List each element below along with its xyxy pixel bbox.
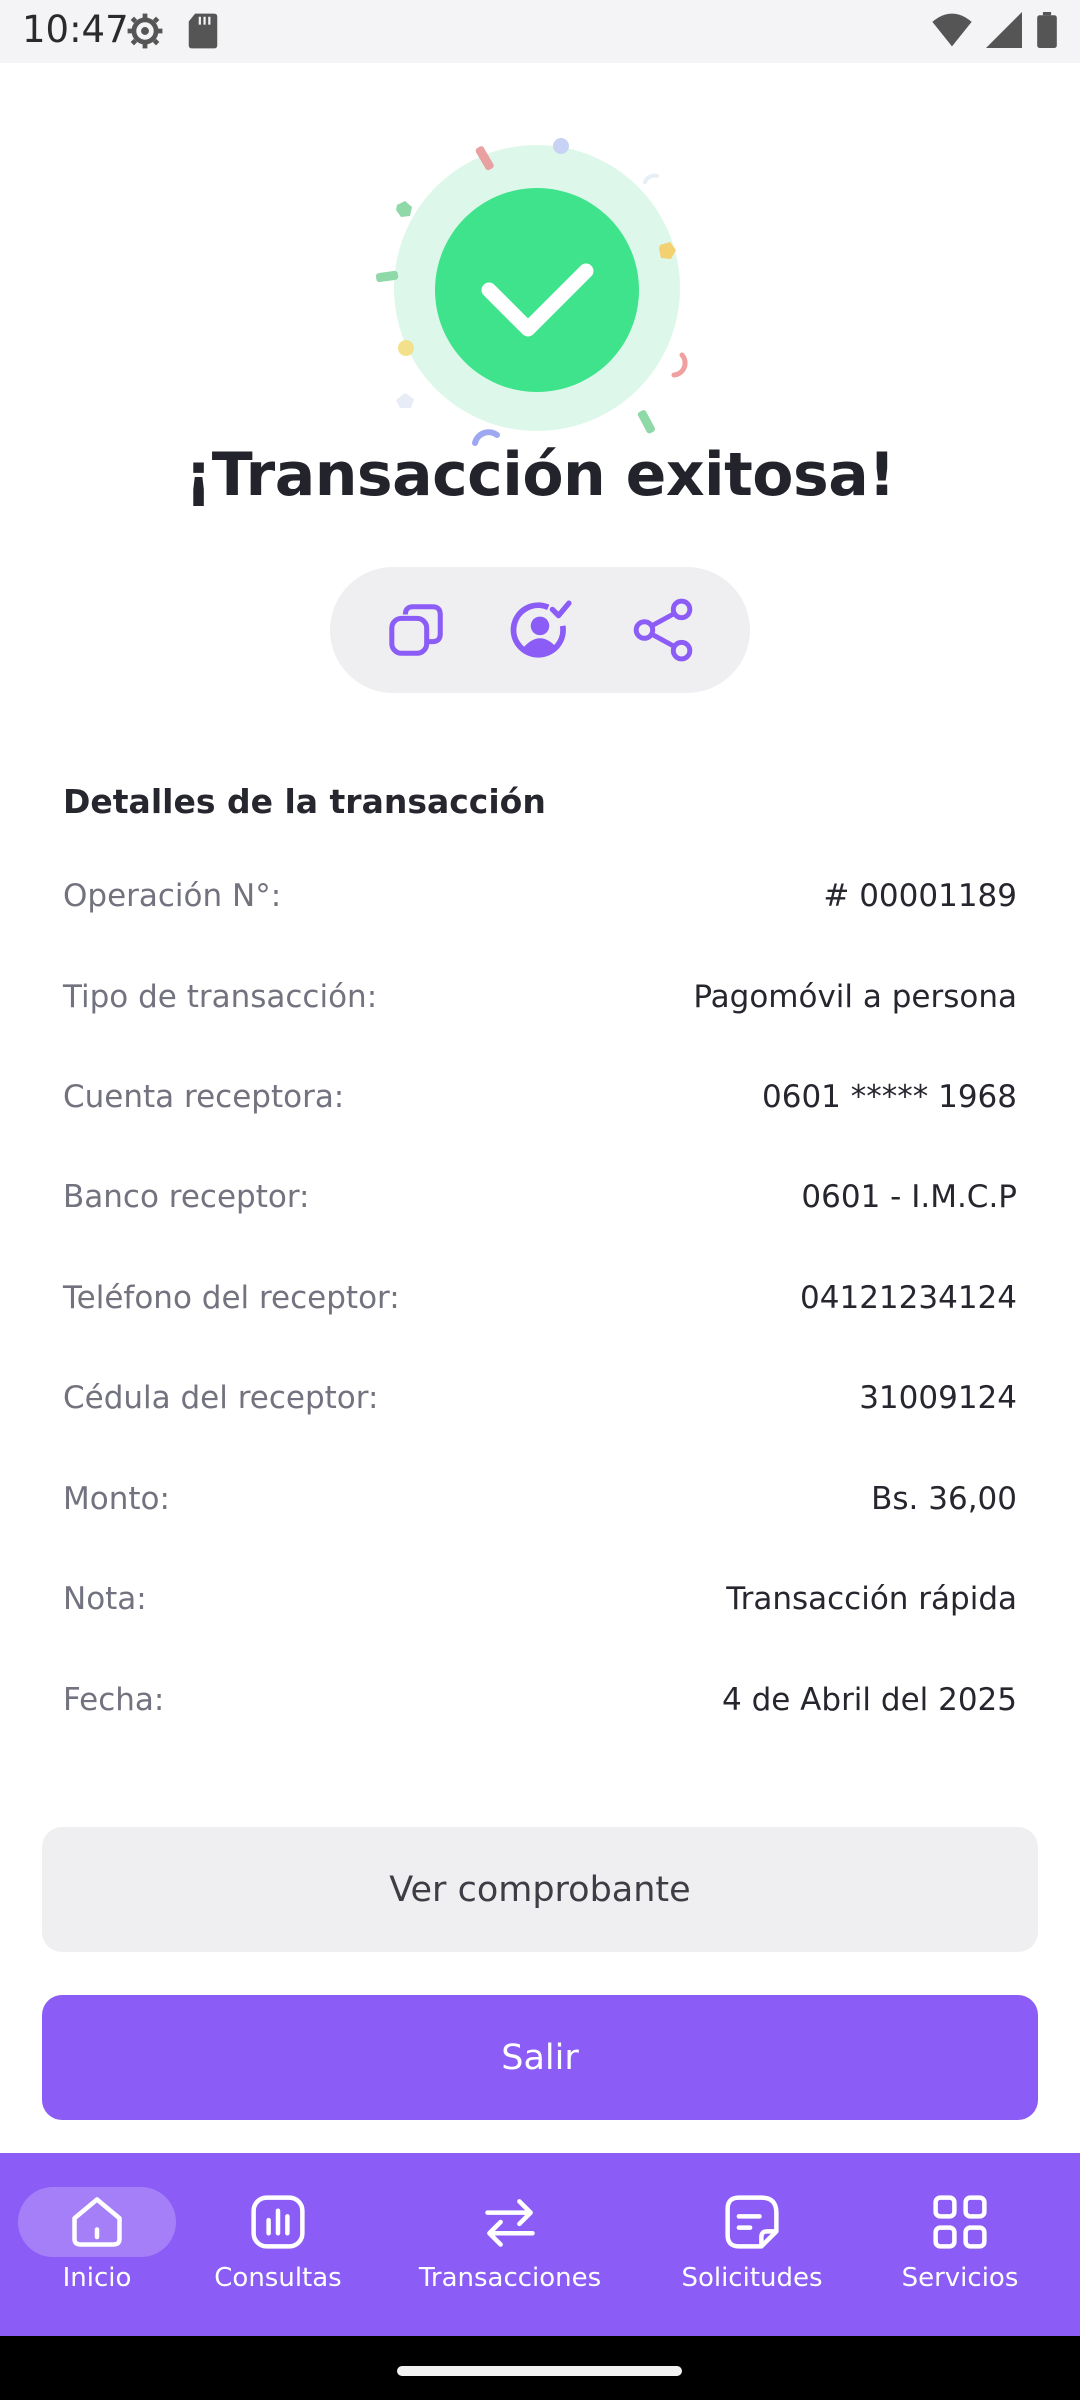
page-title: ¡Transacción exitosa! xyxy=(184,440,896,510)
detail-label: Cédula del receptor: xyxy=(63,1380,379,1416)
grid-icon xyxy=(933,2195,987,2249)
nav-item-solicitudes[interactable]: Solicitudes xyxy=(677,2153,827,2336)
detail-label: Teléfono del receptor: xyxy=(63,1280,400,1316)
add-contact-button[interactable] xyxy=(507,597,573,663)
detail-value: 31009124 xyxy=(859,1380,1017,1416)
home-icon xyxy=(72,2197,122,2247)
detail-value: 0601 - I.M.C.P xyxy=(801,1179,1017,1215)
document-icon xyxy=(725,2195,779,2249)
detail-value: 0601 ***** 1968 xyxy=(762,1079,1017,1115)
nav-item-consultas[interactable]: Consultas xyxy=(208,2153,348,2336)
nav-label: Servicios xyxy=(901,2263,1019,2293)
detail-label: Banco receptor: xyxy=(63,1179,310,1215)
status-time: 10:47 xyxy=(22,8,129,51)
detail-row-id: Cédula del receptor: 31009124 xyxy=(63,1373,1017,1423)
detail-row-phone: Teléfono del receptor: 04121234124 xyxy=(63,1273,1017,1323)
detail-value: Pagomóvil a persona xyxy=(693,979,1017,1015)
home-indicator[interactable] xyxy=(397,2366,682,2376)
detail-label: Nota: xyxy=(63,1581,147,1617)
detail-row-operation: Operación N°: # 00001189 xyxy=(63,871,1017,921)
copy-icon xyxy=(389,604,443,656)
view-receipt-button[interactable]: Ver comprobante xyxy=(42,1827,1038,1952)
share-icon xyxy=(633,598,693,662)
nav-label: Inicio xyxy=(62,2263,132,2293)
detail-label: Operación N°: xyxy=(63,878,282,914)
exit-button[interactable]: Salir xyxy=(42,1995,1038,2120)
status-bar: 10:47 xyxy=(0,0,1080,63)
battery-icon xyxy=(1037,12,1057,48)
nav-item-inicio[interactable]: Inicio xyxy=(18,2153,176,2336)
nav-item-transacciones[interactable]: Transacciones xyxy=(418,2153,602,2336)
detail-value: 04121234124 xyxy=(800,1280,1017,1316)
settings-icon xyxy=(127,13,163,49)
copy-button[interactable] xyxy=(384,597,450,663)
detail-row-type: Tipo de transacción: Pagomóvil a persona xyxy=(63,972,1017,1022)
chart-icon xyxy=(251,2195,305,2249)
detail-label: Monto: xyxy=(63,1481,170,1517)
signal-icon xyxy=(986,12,1022,48)
detail-value: Transacción rápida xyxy=(726,1581,1017,1617)
transfer-arrows-icon xyxy=(485,2199,535,2247)
nav-label: Transacciones xyxy=(418,2263,602,2293)
detail-value: Bs. 36,00 xyxy=(871,1481,1017,1517)
detail-label: Fecha: xyxy=(63,1682,165,1718)
detail-row-amount: Monto: Bs. 36,00 xyxy=(63,1474,1017,1524)
success-check-icon xyxy=(375,138,688,446)
detail-label: Cuenta receptora: xyxy=(63,1079,345,1115)
detail-label: Tipo de transacción: xyxy=(63,979,378,1015)
nav-item-servicios[interactable]: Servicios xyxy=(890,2153,1030,2336)
detail-row-bank: Banco receptor: 0601 - I.M.C.P xyxy=(63,1172,1017,1222)
detail-value: 4 de Abril del 2025 xyxy=(722,1682,1017,1718)
nav-label: Consultas xyxy=(214,2263,342,2293)
share-button[interactable] xyxy=(630,597,696,663)
add-contact-icon xyxy=(510,600,572,658)
detail-value: # 00001189 xyxy=(823,878,1017,914)
wifi-icon xyxy=(932,13,972,47)
details-heading: Detalles de la transacción xyxy=(63,782,546,821)
detail-row-note: Nota: Transacción rápida xyxy=(63,1574,1017,1624)
detail-row-account: Cuenta receptora: 0601 ***** 1968 xyxy=(63,1072,1017,1122)
sd-card-icon xyxy=(188,13,218,49)
nav-label: Solicitudes xyxy=(681,2263,823,2293)
bottom-navigation: Inicio Consultas Transacciones Solicitud… xyxy=(0,2153,1080,2336)
detail-row-date: Fecha: 4 de Abril del 2025 xyxy=(63,1675,1017,1725)
action-toolbar xyxy=(330,567,750,693)
